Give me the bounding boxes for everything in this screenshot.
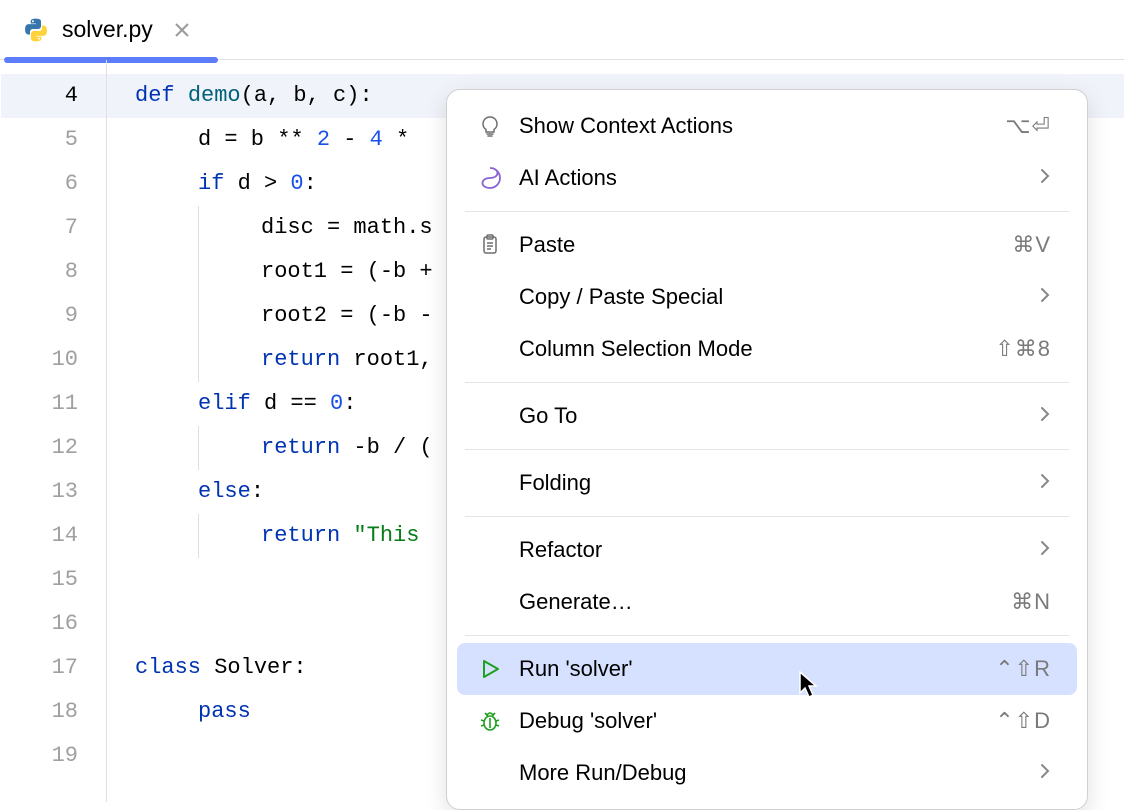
tab-filename: solver.py <box>62 16 153 43</box>
menu-separator <box>465 211 1069 212</box>
menu-item[interactable]: Debug 'solver' ⌃⇧D <box>457 695 1077 747</box>
paste-icon <box>475 230 505 260</box>
python-file-icon <box>22 16 50 44</box>
menu-item-label: Debug 'solver' <box>519 708 981 734</box>
line-number[interactable]: 13 <box>0 470 78 514</box>
menu-item-label: Run 'solver' <box>519 656 981 682</box>
line-number[interactable]: 16 <box>0 602 78 646</box>
line-number[interactable]: 17 <box>0 646 78 690</box>
menu-shortcut: ⌃⇧D <box>995 708 1051 734</box>
close-tab-button[interactable] <box>171 19 193 41</box>
blank-icon <box>475 587 505 617</box>
line-number[interactable]: 15 <box>0 558 78 602</box>
menu-item[interactable]: Column Selection Mode ⇧⌘8 <box>457 323 1077 375</box>
menu-item-label: Copy / Paste Special <box>519 284 1025 310</box>
menu-shortcut: ⌘V <box>1012 232 1051 258</box>
line-number[interactable]: 4 <box>0 74 78 118</box>
chevron-right-icon <box>1039 284 1051 310</box>
line-number[interactable]: 11 <box>0 382 78 426</box>
blank-icon <box>475 535 505 565</box>
context-menu: Show Context Actions ⌥⏎ AI Actions Paste ⌘V C… <box>446 89 1088 810</box>
menu-item[interactable]: Go To <box>457 390 1077 442</box>
menu-item[interactable]: AI Actions <box>457 152 1077 204</box>
chevron-right-icon <box>1039 165 1051 191</box>
menu-item[interactable]: Copy / Paste Special <box>457 271 1077 323</box>
menu-item[interactable]: Generate… ⌘N <box>457 576 1077 628</box>
chevron-right-icon <box>1039 537 1051 563</box>
menu-separator <box>465 382 1069 383</box>
file-tab[interactable]: solver.py <box>4 0 211 59</box>
line-number[interactable]: 8 <box>0 250 78 294</box>
menu-item-label: Paste <box>519 232 998 258</box>
menu-item[interactable]: More Run/Debug <box>457 747 1077 799</box>
menu-item-label: More Run/Debug <box>519 760 1025 786</box>
blank-icon <box>475 334 505 364</box>
menu-item-label: Go To <box>519 403 1025 429</box>
line-gutter: 45678910111213141516171819 <box>0 60 106 802</box>
menu-separator <box>465 635 1069 636</box>
menu-item-label: Refactor <box>519 537 1025 563</box>
menu-item-label: Folding <box>519 470 1025 496</box>
ai-icon <box>475 163 505 193</box>
bulb-icon <box>475 111 505 141</box>
blank-icon <box>475 282 505 312</box>
line-number[interactable]: 9 <box>0 294 78 338</box>
menu-item-label: Show Context Actions <box>519 113 991 139</box>
line-number[interactable]: 18 <box>0 690 78 734</box>
line-number[interactable]: 14 <box>0 514 78 558</box>
menu-item[interactable]: Refactor <box>457 524 1077 576</box>
chevron-right-icon <box>1039 470 1051 496</box>
menu-shortcut: ⌃⇧R <box>995 656 1051 682</box>
menu-shortcut: ⇧⌘8 <box>995 336 1051 362</box>
menu-item[interactable]: Paste ⌘V <box>457 219 1077 271</box>
debug-icon <box>475 706 505 736</box>
chevron-right-icon <box>1039 760 1051 786</box>
line-number[interactable]: 19 <box>0 734 78 778</box>
menu-shortcut: ⌥⏎ <box>1005 113 1051 139</box>
menu-item-label: Column Selection Mode <box>519 336 981 362</box>
blank-icon <box>475 401 505 431</box>
menu-item-label: Generate… <box>519 589 997 615</box>
line-number[interactable]: 5 <box>0 118 78 162</box>
menu-separator <box>465 449 1069 450</box>
mouse-cursor <box>799 671 821 699</box>
line-number[interactable]: 12 <box>0 426 78 470</box>
blank-icon <box>475 468 505 498</box>
tab-bar: solver.py <box>0 0 1124 60</box>
line-number[interactable]: 6 <box>0 162 78 206</box>
blank-icon <box>475 758 505 788</box>
line-number[interactable]: 7 <box>0 206 78 250</box>
line-number[interactable]: 10 <box>0 338 78 382</box>
menu-item-label: AI Actions <box>519 165 1025 191</box>
menu-item[interactable]: Folding <box>457 457 1077 509</box>
menu-shortcut: ⌘N <box>1011 589 1051 615</box>
menu-separator <box>465 516 1069 517</box>
menu-item[interactable]: Show Context Actions ⌥⏎ <box>457 100 1077 152</box>
chevron-right-icon <box>1039 403 1051 429</box>
menu-item[interactable]: Run 'solver' ⌃⇧R <box>457 643 1077 695</box>
run-icon <box>475 654 505 684</box>
